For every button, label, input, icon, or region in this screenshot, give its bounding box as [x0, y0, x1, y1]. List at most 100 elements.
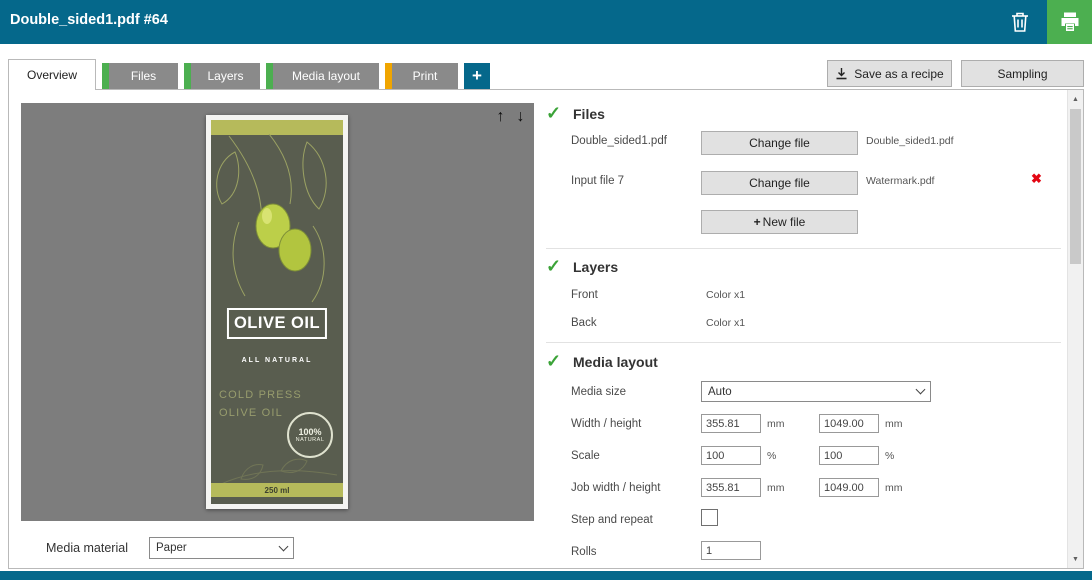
rolls-label: Rolls [571, 546, 597, 558]
plus-icon: + [472, 66, 482, 86]
label-top-band [211, 120, 343, 135]
change-file-button-1[interactable]: Change file [701, 131, 858, 155]
tab-print-status-indicator [385, 63, 392, 89]
media-material-row: Media material Paper [46, 537, 294, 559]
tab-layers-label: Layers [191, 69, 260, 83]
section-divider [546, 342, 1061, 343]
tab-files-label: Files [109, 69, 178, 83]
label-subtitle-text: ALL NATURAL [211, 357, 343, 364]
job-title: Double_sided1.pdf #64 [10, 12, 168, 28]
step-and-repeat-checkbox[interactable] [701, 509, 718, 526]
tab-media-layout-label: Media layout [273, 69, 379, 83]
layer-front-label: Front [571, 289, 598, 301]
media-material-select[interactable]: Paper [149, 537, 294, 559]
titlebar: Double_sided1.pdf #64 [0, 0, 1092, 44]
media-size-select[interactable]: Auto [701, 381, 931, 402]
vertical-scrollbar[interactable]: ▲ ▼ [1067, 90, 1083, 568]
tab-bar: Overview Files Layers Media layout Print… [8, 59, 1084, 90]
media-layout-complete-check-icon: ✓ [546, 352, 561, 370]
layers-complete-check-icon: ✓ [546, 257, 561, 275]
tab-media-layout[interactable]: Media layout [266, 63, 379, 89]
bottom-accent-bar [0, 571, 1092, 580]
scale-x-unit-label: % [767, 450, 776, 462]
save-icon [835, 67, 848, 80]
change-file-button-2-label: Change file [749, 176, 810, 190]
job-height-input[interactable] [819, 478, 879, 497]
scale-x-input[interactable] [701, 446, 761, 465]
save-as-recipe-label: Save as a recipe [854, 67, 943, 81]
remove-file-icon[interactable]: ✖ [1031, 171, 1042, 187]
natural-badge: 100% NATURAL [287, 412, 333, 458]
files-section-title: Files [573, 106, 605, 122]
media-size-label: Media size [571, 386, 626, 398]
media-height-input[interactable] [819, 414, 879, 433]
tab-add-new[interactable]: + [464, 63, 490, 89]
scrollbar-thumb[interactable] [1070, 109, 1081, 264]
chevron-down-icon [279, 541, 289, 551]
tab-overview[interactable]: Overview [8, 59, 96, 90]
job-width-input[interactable] [701, 478, 761, 497]
step-and-repeat-label: Step and repeat [571, 514, 653, 526]
printer-icon [1057, 10, 1083, 34]
tab-overview-label: Overview [9, 68, 95, 82]
media-material-value: Paper [156, 542, 187, 554]
files-complete-check-icon: ✓ [546, 104, 561, 122]
media-material-label: Media material [46, 541, 149, 555]
job-width-height-label: Job width / height [571, 482, 661, 494]
rolls-input[interactable] [701, 541, 761, 560]
height-unit-label: mm [885, 418, 903, 430]
job-editor-window: Double_sided1.pdf #64 Overview Files [0, 0, 1092, 580]
label-preview-image: OLIVE OIL ALL NATURAL COLD PRESS OLIVE O… [206, 115, 348, 509]
new-file-button[interactable]: + New file [701, 210, 858, 234]
scale-y-unit-label: % [885, 450, 894, 462]
layer-back-value: Color x1 [706, 317, 745, 329]
tab-files[interactable]: Files [102, 63, 178, 89]
media-size-value: Auto [708, 386, 732, 398]
layers-section-title: Layers [573, 259, 618, 275]
label-title-text: OLIVE OIL [227, 308, 327, 339]
main-panel: ↑ ↓ [8, 89, 1084, 569]
print-job-button[interactable] [1047, 0, 1092, 44]
media-width-input[interactable] [701, 414, 761, 433]
file-row-label: Double_sided1.pdf [571, 135, 667, 147]
file-row-value: Watermark.pdf [866, 175, 934, 187]
width-height-label: Width / height [571, 418, 641, 430]
label-volume-text: 250 ml [265, 486, 290, 495]
media-layout-section-title: Media layout [573, 354, 658, 370]
delete-job-button[interactable] [1006, 9, 1034, 35]
new-file-button-label: New file [763, 215, 806, 229]
file-row-label: Input file 7 [571, 175, 624, 187]
tab-media-layout-status-indicator [266, 63, 273, 89]
sampling-label: Sampling [997, 67, 1047, 81]
layer-front-value: Color x1 [706, 289, 745, 301]
page-navigation: ↑ ↓ [492, 107, 529, 126]
trash-icon [1010, 11, 1030, 33]
change-file-button-2[interactable]: Change file [701, 171, 858, 195]
tab-print[interactable]: Print [385, 63, 458, 89]
badge-natural-text: NATURAL [296, 437, 325, 443]
scale-label: Scale [571, 450, 600, 462]
tab-files-status-indicator [102, 63, 109, 89]
job-width-unit-label: mm [767, 482, 785, 494]
change-file-button-1-label: Change file [749, 136, 810, 150]
section-divider [546, 248, 1061, 249]
job-preview-area: ↑ ↓ [21, 103, 534, 521]
sampling-button[interactable]: Sampling [961, 60, 1084, 87]
job-height-unit-label: mm [885, 482, 903, 494]
chevron-down-icon [916, 385, 926, 395]
move-down-arrow-icon[interactable]: ↓ [512, 107, 529, 126]
scroll-down-icon[interactable]: ▼ [1068, 551, 1083, 567]
tab-layers[interactable]: Layers [184, 63, 260, 89]
move-up-arrow-icon[interactable]: ↑ [492, 107, 509, 126]
scroll-up-icon[interactable]: ▲ [1068, 91, 1083, 107]
tab-layers-status-indicator [184, 63, 191, 89]
label-bottom-band: 250 ml [211, 483, 343, 497]
olive-oil-label-art: OLIVE OIL ALL NATURAL COLD PRESS OLIVE O… [211, 120, 343, 504]
toolbar-actions: Save as a recipe Sampling [827, 60, 1084, 87]
save-as-recipe-button[interactable]: Save as a recipe [827, 60, 952, 87]
scale-y-input[interactable] [819, 446, 879, 465]
olive-branch-illustration [211, 134, 343, 312]
tab-print-label: Print [392, 69, 458, 83]
badge-percent-text: 100% [298, 427, 321, 437]
file-row-value: Double_sided1.pdf [866, 135, 954, 147]
